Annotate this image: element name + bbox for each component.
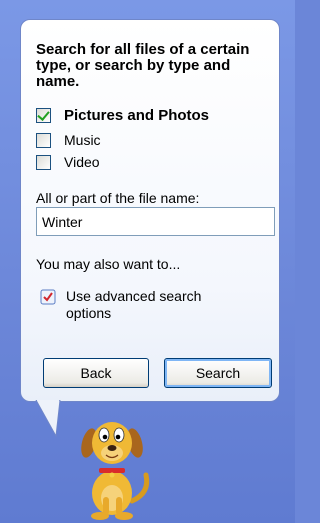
option-label: Pictures and Photos — [64, 106, 210, 124]
checkbox-icon[interactable] — [36, 132, 51, 148]
search-heading: Search for all files of a certain type, … — [36, 41, 250, 90]
option-label: Video — [64, 154, 100, 170]
also-want-text: You may also want to... — [36, 256, 181, 272]
option-pictures-photos[interactable]: Pictures and Photos — [36, 106, 209, 124]
file-name-input[interactable] — [36, 207, 275, 236]
back-button[interactable]: Back — [43, 358, 149, 388]
file-name-label: All or part of the file name: — [36, 190, 200, 206]
option-video[interactable]: Video — [36, 153, 100, 171]
option-music[interactable]: Music — [36, 131, 101, 149]
advanced-option-label: Use advanced search options — [66, 288, 202, 321]
advanced-search-link[interactable]: Use advanced search options — [40, 288, 236, 322]
checkbox-icon[interactable] — [36, 154, 51, 170]
option-label: Music — [64, 132, 101, 148]
checkbox-checked-icon[interactable] — [36, 107, 51, 123]
advanced-options-icon — [40, 289, 56, 305]
search-dog-character[interactable] — [72, 413, 154, 521]
search-button[interactable]: Search — [164, 358, 272, 388]
